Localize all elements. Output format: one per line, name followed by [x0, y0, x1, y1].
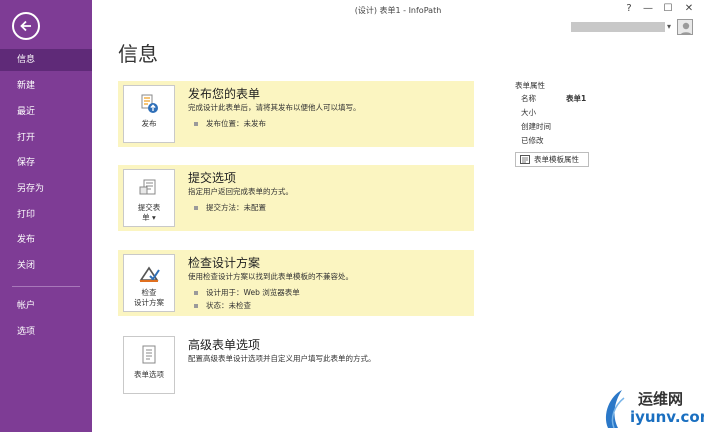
design-checker-button-label: 检查 设计方案 [134, 288, 164, 307]
bullet-icon [194, 304, 198, 308]
property-label: 大小 [521, 108, 536, 117]
card-description: 配置高级表单设计选项并自定义用户填写此表单的方式。 [188, 354, 376, 363]
nav-item-info[interactable]: 信息 [0, 49, 92, 71]
nav-item-save[interactable]: 保存 [0, 152, 92, 174]
card-bullet: 提交方法：未配置 [194, 202, 266, 213]
backstage-sidebar: 信息 新建 最近 打开 保存 另存为 打印 发布 关闭 帐户 选项 [0, 0, 92, 432]
minimize-button[interactable]: — [641, 3, 655, 14]
card-heading: 高级表单选项 [188, 338, 261, 352]
properties-icon [520, 155, 530, 164]
form-properties-panel: 表单属性 [515, 80, 685, 91]
advanced-form-options-card: 表单选项 高级表单选项 配置高级表单设计选项并自定义用户填写此表单的方式。 [118, 332, 474, 398]
publish-icon [141, 94, 158, 113]
nav-item-options[interactable]: 选项 [0, 321, 92, 343]
template-properties-label: 表单模板属性 [534, 155, 579, 164]
nav-item-publish[interactable]: 发布 [0, 229, 92, 251]
publish-button-label: 发布 [141, 119, 157, 128]
card-heading: 发布您的表单 [188, 87, 261, 101]
card-bullet: 设计用于：Web 浏览器表单 [194, 287, 300, 298]
card-description: 指定用户返回完成表单的方式。 [188, 187, 293, 196]
card-bullet: 状态：未检查 [194, 300, 251, 311]
nav-item-save-as[interactable]: 另存为 [0, 178, 92, 200]
publish-card: 发布 发布您的表单 完成设计此表单后，请将其发布以便他人可以填写。 发布位置：未… [118, 81, 474, 147]
nav-item-recent[interactable]: 最近 [0, 101, 92, 123]
property-label: 创建时间 [521, 122, 551, 131]
publish-button[interactable]: 发布 [123, 85, 175, 143]
card-heading: 提交选项 [188, 171, 237, 185]
submit-form-icon [139, 179, 156, 195]
template-properties-button[interactable]: 表单模板属性 [515, 152, 589, 167]
avatar[interactable] [677, 19, 693, 35]
properties-title: 表单属性 [515, 81, 545, 90]
bullet-icon [194, 122, 198, 126]
bullet-icon [194, 206, 198, 210]
nav-item-print[interactable]: 打印 [0, 204, 92, 226]
help-button[interactable]: ? [622, 3, 636, 14]
account-name[interactable] [571, 22, 665, 32]
bullet-text: 发布位置：未发布 [206, 119, 266, 128]
bullet-text: 设计用于：Web 浏览器表单 [206, 288, 300, 297]
property-label: 已修改 [521, 136, 544, 145]
card-bullet: 发布位置：未发布 [194, 118, 266, 129]
submit-form-button-label: 提交表单 ▾ [137, 203, 161, 222]
design-checker-button[interactable]: 检查 设计方案 [123, 254, 175, 312]
submit-form-button[interactable]: 提交表单 ▾ [123, 169, 175, 227]
card-heading: 检查设计方案 [188, 256, 261, 270]
title-bar: (设计) 表单1 - InfoPath ? — ☐ ✕ [92, 0, 704, 20]
card-description: 使用检查设计方案以找到此表单模板的不兼容处。 [188, 272, 353, 281]
nav-separator [12, 286, 80, 287]
page-title: 信息 [118, 42, 158, 66]
watermark-text: 运维网 [638, 390, 684, 408]
property-label: 名称 [521, 94, 536, 103]
nav-item-close[interactable]: 关闭 [0, 255, 92, 277]
design-checker-icon [139, 266, 160, 282]
watermark-url: iyunv.com [630, 408, 704, 426]
form-options-button-label: 表单选项 [134, 370, 164, 379]
back-arrow-icon [20, 20, 31, 32]
nav-item-open[interactable]: 打开 [0, 127, 92, 149]
nav-item-account[interactable]: 帐户 [0, 295, 92, 317]
bullet-icon [194, 291, 198, 295]
person-icon [680, 22, 692, 34]
bullet-text: 状态：未检查 [206, 301, 251, 310]
form-options-button[interactable]: 表单选项 [123, 336, 175, 394]
design-checker-card: 检查 设计方案 检查设计方案 使用检查设计方案以找到此表单模板的不兼容处。 设计用… [118, 250, 474, 316]
property-value: 表单1 [566, 94, 587, 103]
form-options-icon [142, 345, 156, 364]
restore-button[interactable]: ☐ [661, 3, 675, 14]
nav-item-new[interactable]: 新建 [0, 75, 92, 97]
window-title: (设计) 表单1 - InfoPath [354, 6, 442, 15]
card-description: 完成设计此表单后，请将其发布以便他人可以填写。 [188, 103, 361, 112]
submit-options-card: 提交表单 ▾ 提交选项 指定用户返回完成表单的方式。 提交方法：未配置 [118, 165, 474, 231]
account-dropdown-icon[interactable]: ▾ [667, 22, 671, 31]
back-button[interactable] [12, 12, 40, 40]
close-button[interactable]: ✕ [682, 3, 696, 14]
bullet-text: 提交方法：未配置 [206, 203, 266, 212]
